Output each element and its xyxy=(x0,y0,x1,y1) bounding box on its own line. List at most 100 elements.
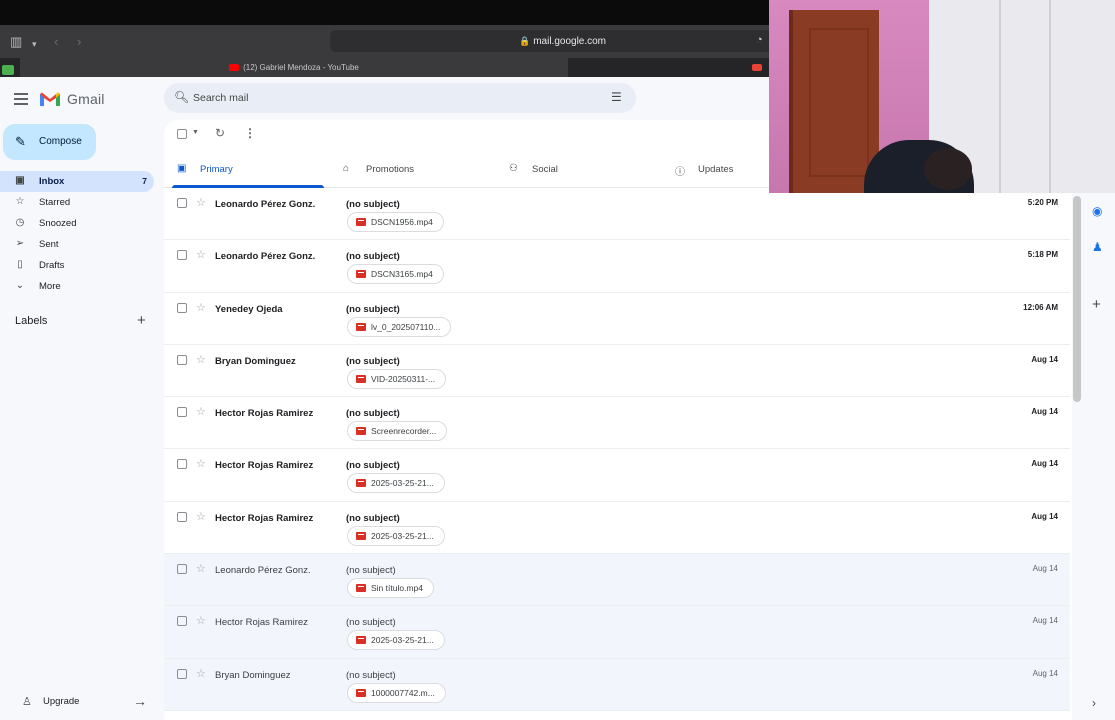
video-file-icon xyxy=(356,374,366,383)
search-icon[interactable]: 🔍︎ xyxy=(174,90,189,104)
email-time: Aug 14 xyxy=(1031,459,1058,469)
forward-icon[interactable]: › xyxy=(77,34,81,50)
sidebar-toggle-icon[interactable]: ▥ xyxy=(10,34,22,50)
chevron-down-icon[interactable]: ▾ xyxy=(32,36,37,52)
row-checkbox[interactable] xyxy=(177,407,187,418)
attachment-chip[interactable]: 1000007742.m... xyxy=(347,682,446,703)
row-checkbox[interactable] xyxy=(177,616,187,627)
extension-icon[interactable]: ◔ xyxy=(756,34,763,46)
star-icon[interactable]: ☆ xyxy=(196,667,206,680)
tab-social[interactable]: ⚇ Social xyxy=(496,150,662,188)
email-row[interactable]: ☆ Leonardo Pérez Gonz. (no subject) Sin tít… xyxy=(164,554,1070,607)
email-row[interactable]: ☆ Bryan Dominguez (no subject) 1000007742.m… xyxy=(164,658,1070,711)
email-sender: Leonardo Pérez Gonz. xyxy=(215,199,316,210)
tab-label: Updates xyxy=(698,164,734,175)
star-icon[interactable]: ☆ xyxy=(196,248,206,261)
sidebar-item-drafts[interactable]: ▯ Drafts xyxy=(0,255,154,276)
back-icon[interactable]: ‹ xyxy=(54,34,58,50)
email-row[interactable]: ☆ Hector Rojas Ramirez (no subject) Screenr… xyxy=(164,397,1070,450)
add-label-icon[interactable]: + xyxy=(137,312,146,329)
email-row[interactable]: ☆ Hector Rojas Ramirez (no subject) 2025-03… xyxy=(164,449,1070,502)
tab-youtube[interactable]: (12) Gabriel Mendoza - YouTube xyxy=(20,58,568,77)
app-name: Gmail xyxy=(67,91,105,107)
email-row[interactable]: ☆ Leonardo Pérez Gonz. (no subject) DSCN195… xyxy=(164,188,1070,241)
star-icon[interactable]: ☆ xyxy=(196,510,206,523)
tab-label: Promotions xyxy=(366,164,415,175)
video-file-icon xyxy=(356,531,366,540)
sidebar-item-label: Sent xyxy=(39,239,59,250)
pinned-tab[interactable] xyxy=(2,58,18,77)
star-icon[interactable]: ☆ xyxy=(196,457,206,470)
email-row[interactable]: ☆ Leonardo Pérez Gonz. (no subject) DSCN316… xyxy=(164,240,1070,293)
star-icon[interactable]: ☆ xyxy=(196,562,206,575)
sidebar-item-inbox[interactable]: ▣ Inbox 7 xyxy=(0,171,154,192)
attachment-chip[interactable]: 2025-03-25-21... xyxy=(347,473,445,494)
attachment-chip[interactable]: 2025-03-25-21... xyxy=(347,630,445,651)
attachment-name: DSCN1956.mp4 xyxy=(371,217,433,227)
search-input[interactable] xyxy=(193,90,593,106)
star-icon[interactable]: ☆ xyxy=(196,196,206,209)
more-options-icon[interactable]: ⋮ xyxy=(244,126,256,140)
video-file-icon xyxy=(356,218,366,226)
main-menu-icon[interactable] xyxy=(14,93,28,108)
email-subject: (no subject) xyxy=(346,199,400,210)
tab-promotions[interactable]: ⌂ Promotions xyxy=(330,150,496,188)
row-checkbox[interactable] xyxy=(177,198,187,208)
tab-primary[interactable]: ▣ Primary xyxy=(164,150,324,188)
row-checkbox[interactable] xyxy=(177,302,187,313)
add-addon-icon[interactable]: + xyxy=(1092,296,1101,313)
search-bar[interactable]: 🔍︎ ☰ xyxy=(164,83,636,113)
sidebar-item-more[interactable]: ⌄ More xyxy=(0,276,154,297)
star-icon[interactable]: ☆ xyxy=(196,353,206,366)
row-checkbox[interactable] xyxy=(177,564,187,575)
attachment-name: Sin título.mp4 xyxy=(371,583,423,594)
email-row[interactable]: ☆ Bryan Dominguez (no subject) VID-20250311… xyxy=(164,344,1070,398)
star-icon[interactable]: ☆ xyxy=(196,614,206,627)
contacts-icon[interactable]: ♟ xyxy=(1092,240,1103,254)
attachment-chip[interactable]: DSCN1956.mp4 xyxy=(347,212,444,232)
sidebar-item-sent[interactable]: ➢ Sent xyxy=(0,234,154,255)
email-row[interactable]: ☆ Hector Rojas Ramirez (no subject) 2025-03… xyxy=(164,501,1070,555)
row-checkbox[interactable] xyxy=(177,250,187,261)
star-icon[interactable]: ☆ xyxy=(196,301,206,314)
attachment-chip[interactable]: 2025-03-25-21... xyxy=(347,525,445,546)
email-time: 12:06 AM xyxy=(1023,302,1058,312)
tab-label: Social xyxy=(532,164,558,175)
row-checkbox[interactable] xyxy=(177,354,187,365)
youtube-icon xyxy=(229,64,240,72)
refresh-icon[interactable]: ↻ xyxy=(215,126,225,140)
attachment-chip[interactable]: Screenrecorder... xyxy=(347,421,448,442)
attachment-chip[interactable]: Sin título.mp4 xyxy=(347,578,434,599)
attachment-chip[interactable]: DSCN3165.mp4 xyxy=(347,264,444,285)
address-bar[interactable]: 🔒 mail.google.com xyxy=(330,30,795,52)
video-file-icon xyxy=(356,322,366,331)
search-options-icon[interactable]: ☰ xyxy=(611,90,622,104)
attachment-chip[interactable]: VID-20250311-... xyxy=(347,368,447,389)
scrollbar[interactable] xyxy=(1073,196,1081,402)
tab-gmail[interactable] xyxy=(752,58,768,77)
row-checkbox[interactable] xyxy=(177,511,187,522)
email-time: Aug 14 xyxy=(1032,564,1058,574)
upgrade-button[interactable]: ♙ Upgrade → xyxy=(8,689,156,715)
select-dropdown-icon[interactable]: ▼ xyxy=(192,129,199,136)
select-all-checkbox[interactable] xyxy=(177,129,187,139)
attachment-chip[interactable]: lv_0_202507110... xyxy=(347,316,452,337)
email-subject: (no subject) xyxy=(346,512,400,524)
row-checkbox[interactable] xyxy=(177,459,187,470)
sidebar-item-snoozed[interactable]: ◷ Snoozed xyxy=(0,213,154,234)
sidebar-item-starred[interactable]: ☆ Starred xyxy=(0,192,154,213)
email-row[interactable]: ☆ Yenedey Ojeda (no subject) lv_0_202507110… xyxy=(164,292,1070,345)
star-icon[interactable]: ☆ xyxy=(196,405,206,418)
compose-button[interactable]: ✎ Compose xyxy=(3,124,96,160)
chevron-right-icon[interactable]: › xyxy=(1092,696,1096,710)
tasks-icon[interactable]: ◉ xyxy=(1092,204,1102,218)
email-sender: Hector Rojas Ramirez xyxy=(215,408,314,420)
email-sender: Hector Rojas Ramirez xyxy=(215,617,308,629)
email-subject: (no subject) xyxy=(346,251,400,263)
attachment-name: Screenrecorder... xyxy=(371,426,437,437)
gmail-logo[interactable]: Gmail xyxy=(39,89,105,109)
video-file-icon xyxy=(356,688,366,697)
email-row[interactable]: ☆ Hector Rojas Ramirez (no subject) 2025-03… xyxy=(164,606,1070,659)
row-checkbox[interactable] xyxy=(177,668,187,679)
sidebar-item-label: Drafts xyxy=(39,260,65,271)
